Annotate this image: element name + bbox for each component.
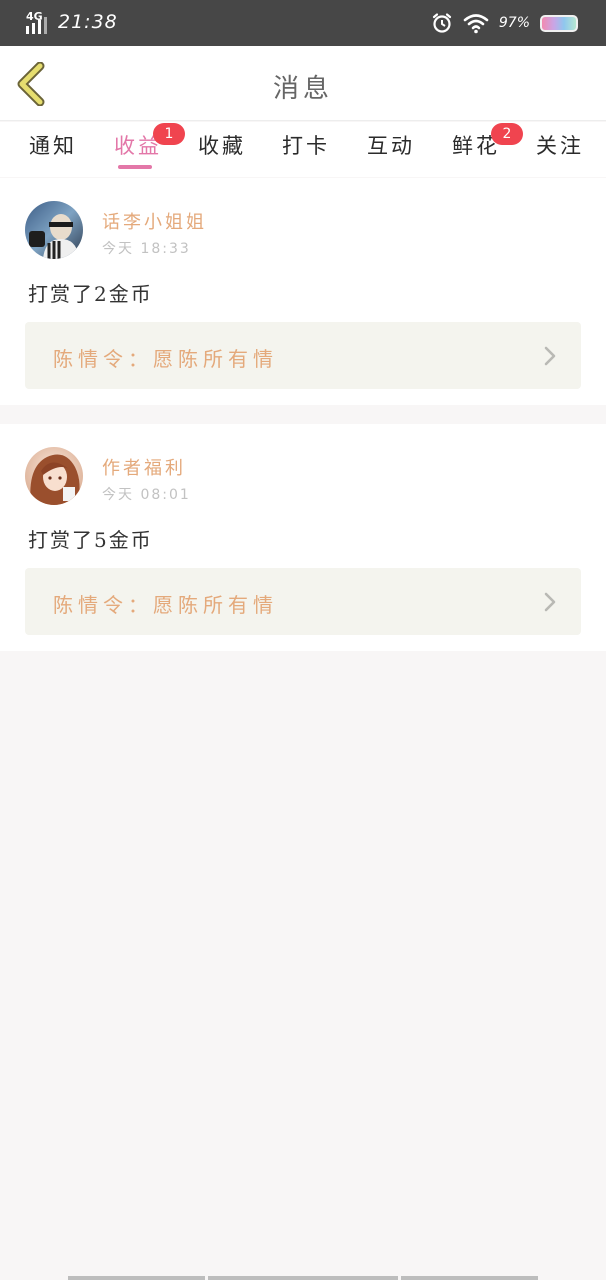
status-bar: 4G 21:38 97% bbox=[0, 0, 606, 46]
reward-text: 打赏了5金币 bbox=[28, 528, 153, 552]
tab-earnings[interactable]: 收益 1 bbox=[98, 123, 185, 170]
tab-badge: 2 bbox=[491, 123, 523, 145]
tab-badge: 1 bbox=[153, 123, 185, 145]
avatar[interactable] bbox=[25, 447, 83, 505]
status-right: 97% bbox=[431, 12, 578, 34]
tab-label: 通知 bbox=[29, 134, 77, 158]
battery-percent: 97% bbox=[498, 15, 530, 31]
tab-label: 关注 bbox=[536, 134, 584, 158]
timestamp: 今天 18:33 bbox=[102, 241, 191, 257]
tab-bar: 通知 收益 1 收藏 打卡 互动 鲜花 2 关注 bbox=[0, 122, 606, 177]
reward-text: 打赏了2金币 bbox=[28, 282, 153, 306]
page-title: 消息 bbox=[272, 74, 333, 104]
work-title: 陈情令：愿陈所有情 bbox=[53, 593, 278, 617]
active-tab-indicator bbox=[118, 165, 152, 169]
work-link[interactable]: 陈情令：愿陈所有情 bbox=[25, 322, 581, 389]
work-link[interactable]: 陈情令：愿陈所有情 bbox=[25, 568, 581, 635]
tab-checkin[interactable]: 打卡 bbox=[266, 130, 346, 170]
status-left: 4G 21:38 bbox=[26, 10, 118, 34]
message-card: 话李小姐姐 今天 18:33 打赏了2金币 陈情令：愿陈所有情 bbox=[0, 178, 606, 405]
battery-icon bbox=[540, 14, 578, 32]
wifi-icon bbox=[463, 14, 489, 34]
tab-flowers[interactable]: 鲜花 2 bbox=[436, 123, 523, 170]
tab-label: 收藏 bbox=[198, 134, 246, 158]
tab-following[interactable]: 关注 bbox=[520, 130, 600, 170]
work-title: 陈情令：愿陈所有情 bbox=[53, 347, 278, 371]
message-card: 作者福利 今天 08:01 打赏了5金币 陈情令：愿陈所有情 bbox=[0, 424, 606, 651]
nav-gesture-bar bbox=[401, 1276, 538, 1280]
chevron-right-icon bbox=[544, 346, 556, 366]
clock: 21:38 bbox=[58, 11, 118, 33]
tab-interactions[interactable]: 互动 bbox=[351, 130, 431, 170]
author-name[interactable]: 作者福利 bbox=[102, 454, 186, 480]
author-name[interactable]: 话李小姐姐 bbox=[102, 208, 207, 234]
nav-gesture-bar bbox=[208, 1276, 398, 1280]
tab-label: 互动 bbox=[367, 134, 415, 158]
avatar[interactable] bbox=[25, 201, 83, 259]
chevron-right-icon bbox=[544, 592, 556, 612]
signal-icon: 4G bbox=[26, 10, 50, 34]
tab-label: 打卡 bbox=[282, 134, 330, 158]
app-header: 消息 bbox=[0, 46, 606, 121]
timestamp: 今天 08:01 bbox=[102, 487, 191, 503]
alarm-icon bbox=[432, 13, 451, 33]
tab-favorites[interactable]: 收藏 bbox=[182, 130, 262, 170]
tab-notifications[interactable]: 通知 bbox=[13, 130, 93, 170]
nav-gesture-bar bbox=[68, 1276, 205, 1280]
